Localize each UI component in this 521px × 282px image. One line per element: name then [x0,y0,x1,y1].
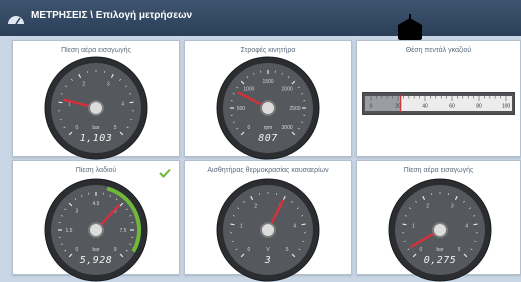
gauge-value-display: 807 [258,133,278,144]
gauge-tick-label: 2 [254,204,257,210]
pedal-bar-tick-label: 80 [476,104,482,110]
gauge-unit: bar [92,125,100,131]
gauge-icon [6,10,26,26]
gauge-major-tick [474,224,478,225]
panel-title: Στροφές κινητήρα [185,47,351,54]
panel-title: Αισθητήρας θερμοκρασίας καυσαερίων [185,167,351,174]
intake-pressure-2-gauge: 0 1 2 3 4 5 bar 0,275 [388,178,492,282]
gauge-hub [261,101,275,115]
check-icon [159,168,171,178]
gauge-hub [89,223,103,237]
gauge-tick-label: 3 [107,82,110,88]
gauge-hub [89,101,103,115]
panel-pedal-position: Θέση πεντάλ γκαζιού 020406080100 22% [356,40,521,157]
gauge-major-tick [302,224,306,225]
gauge-tick-label: 7.5 [120,228,127,234]
panel-intake-pressure: Πίεση αέρα εισαγωγής 012345bar1,103 [12,40,180,157]
gauge-tick-label: 4.5 [93,201,100,207]
pedal-bar-tick-label: 40 [422,104,428,110]
gauge-tick-label: 0 [76,125,79,131]
gauge-hub [261,223,275,237]
gauge-tick-label: 500 [237,106,246,112]
gauge-tick-label: 0 [248,125,251,131]
gauge-unit: rpm [264,125,273,131]
gauge-tick-label: 1.5 [66,228,73,234]
gauge-tick-label: 4 [465,224,468,230]
panel-title: Πίεση λαδιού [13,167,179,174]
intake-pressure-gauge: 012345bar1,103 [44,56,148,160]
gauge-tick-label: 3000 [282,125,293,131]
pedal-bar-tick-label: 60 [449,104,455,110]
gauge-value-display: 3 [264,255,272,266]
oil-pressure-gauge: 01.534.567.59bar5,928 [44,178,148,282]
gauge-tick-label: 1500 [262,79,273,85]
gauge-tick-label: 3 [451,204,454,210]
gauge-tick-label: 0 [248,247,251,253]
gauge-major-tick [58,102,62,103]
engine-rpm-gauge: 0 500 1000 1500 2000 2500 3000 rpm 807 [216,56,320,160]
gauge-tick-label: 5 [458,247,461,253]
pedal-bar-tick-label: 0 [370,104,373,110]
gauge-tick-label: 1000 [243,87,254,93]
gauge-tick-label: 1 [412,224,415,230]
page-header: ΜΕΤΡΗΣΕΙΣ \ Επιλογή μετρήσεων [0,0,521,36]
gauge-major-tick [130,102,134,103]
pedal-bar-tick-label: 100 [502,104,511,110]
exhaust-temperature-gauge: 012345V3 [216,178,320,282]
gauge-value-display: 1,103 [80,133,113,144]
gauge-tick-label: 2000 [282,87,293,93]
panel-engine-rpm: Στροφές κινητήρα 0 500 1000 1500 2000 2500 300… [184,40,352,157]
gauge-value-display: 5,928 [80,255,113,266]
gauge-tick-label: 2 [82,82,85,88]
panel-title: Θέση πεντάλ γκαζιού [357,47,520,54]
gauge-tick-label: 0 [76,247,79,253]
gauge-major-tick [402,224,406,225]
gauge-unit: bar [92,247,100,253]
gauge-tick-label: 4 [293,224,296,230]
gauge-tick-label: 0 [420,247,423,253]
gauge-tick-label: 5 [286,247,289,253]
gauge-tick-label: 2 [426,204,429,210]
gauge-major-tick [230,224,234,225]
gauge-tick-label: 4 [121,102,124,108]
gauge-hub [433,223,447,237]
gauge-unit: bar [436,247,444,253]
gauge-tick-label: 2500 [289,106,300,112]
panel-intake-pressure-2: Πίεση αέρα εισαγωγής 0 1 2 3 4 5 bar 0,275 [356,160,521,275]
gauge-tick-label: 5 [114,125,117,131]
panel-oil-pressure: Πίεση λαδιού 01.534.567.59bar5,928 [12,160,180,275]
panel-exhaust-temperature-sensor: Αισθητήρας θερμοκρασίας καυσαερίων 0 1 2 3 4… [184,160,352,275]
panel-title: Πίεση αέρα εισαγωγής [13,47,179,54]
panel-title: Πίεση αέρα εισαγωγής [357,167,520,174]
pedal-position-bar: 020406080100 [362,92,515,115]
gauge-value-display: 0,275 [424,255,457,266]
gauge-tick-label: 1 [240,224,243,230]
gauge-tick-label: 3 [76,209,79,215]
page-title: ΜΕΤΡΗΣΕΙΣ \ Επιλογή μετρήσεων [31,10,192,21]
gauge-tick-label: 9 [114,247,117,253]
